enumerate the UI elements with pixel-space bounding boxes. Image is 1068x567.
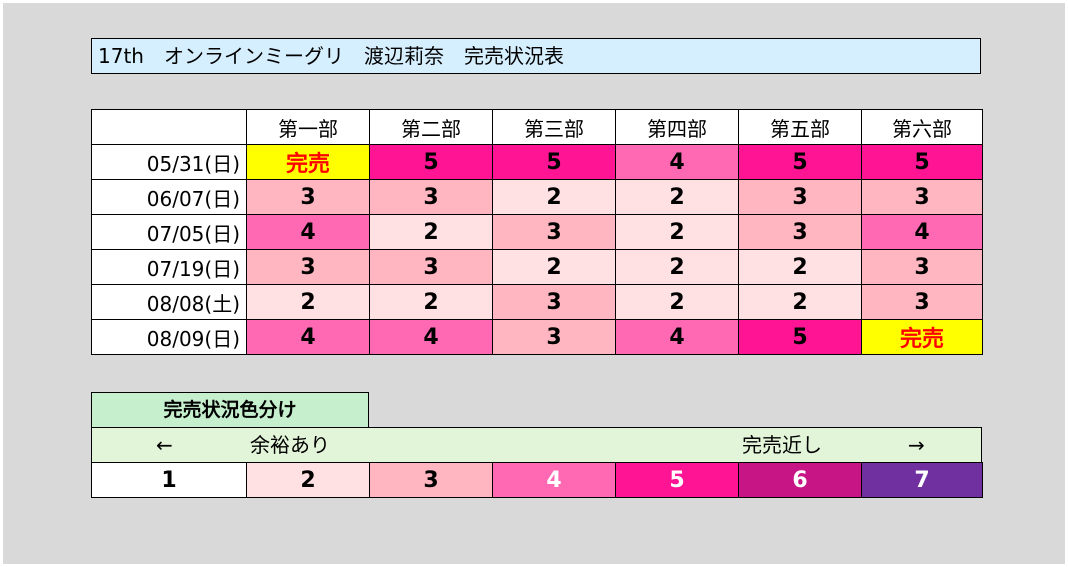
page-title: 17th オンラインミーグリ 渡辺莉奈 完売状況表 (91, 38, 981, 74)
legend-level-2: 2 (246, 462, 370, 498)
table-row: 08/09(日) 4 4 3 4 5 完売 (91, 319, 983, 355)
spreadsheet-area: 17th オンラインミーグリ 渡辺莉奈 完売状況表 第一部 第二部 第三部 第四… (3, 3, 1065, 564)
legend-table: 1 2 3 4 5 6 7 (91, 462, 983, 498)
status-cell: 2 (369, 284, 493, 320)
status-cell: 3 (246, 249, 370, 285)
status-cell: 2 (738, 284, 862, 320)
status-cell: 2 (738, 249, 862, 285)
column-header: 第五部 (738, 109, 862, 145)
status-cell: 3 (738, 214, 862, 250)
legend-right-label: 完売近し (742, 433, 822, 457)
status-cell: 2 (369, 214, 493, 250)
status-cell: 2 (492, 179, 616, 215)
status-cell: 完売 (861, 319, 983, 355)
status-cell: 2 (615, 284, 739, 320)
status-cell: 3 (492, 214, 616, 250)
legend-level-5: 5 (615, 462, 739, 498)
row-date: 08/09(日) (91, 319, 247, 355)
row-date: 07/19(日) (91, 249, 247, 285)
sales-status-table: 第一部 第二部 第三部 第四部 第五部 第六部 05/31(日) 完売 5 5 … (91, 109, 983, 355)
column-header: 第三部 (492, 109, 616, 145)
table-row: 07/19(日) 3 3 2 2 2 3 (91, 249, 983, 285)
status-cell: 3 (492, 284, 616, 320)
row-date: 07/05(日) (91, 214, 247, 250)
row-date: 06/07(日) (91, 179, 247, 215)
table-corner-cell (91, 109, 247, 145)
row-date: 05/31(日) (91, 144, 247, 180)
legend-level-3: 3 (369, 462, 493, 498)
row-date: 08/08(土) (91, 284, 247, 320)
status-cell: 4 (615, 144, 739, 180)
status-cell: 2 (615, 249, 739, 285)
legend-level-1: 1 (91, 462, 247, 498)
status-cell: 4 (246, 214, 370, 250)
legend-left-label: 余裕あり (250, 433, 330, 457)
status-cell: 2 (492, 249, 616, 285)
status-cell: 3 (861, 179, 983, 215)
legend-row: 1 2 3 4 5 6 7 (91, 462, 983, 498)
status-cell: 3 (861, 284, 983, 320)
status-cell: 3 (861, 249, 983, 285)
legend-scale-bar: ← 余裕あり 完売近し → (91, 427, 982, 463)
status-cell: 3 (492, 319, 616, 355)
table-row: 06/07(日) 3 3 2 2 3 3 (91, 179, 983, 215)
legend-level-7: 7 (861, 462, 983, 498)
status-cell: 3 (369, 179, 493, 215)
status-cell: 4 (861, 214, 983, 250)
status-cell: 3 (246, 179, 370, 215)
status-cell: 2 (615, 214, 739, 250)
status-cell: 3 (369, 249, 493, 285)
legend-title: 完売状況色分け (91, 392, 369, 428)
column-header: 第一部 (246, 109, 370, 145)
legend-level-4: 4 (492, 462, 616, 498)
status-cell: 完売 (246, 144, 370, 180)
status-cell: 5 (738, 319, 862, 355)
table-row: 07/05(日) 4 2 3 2 3 4 (91, 214, 983, 250)
column-header: 第二部 (369, 109, 493, 145)
status-cell: 3 (738, 179, 862, 215)
table-row: 08/08(土) 2 2 3 2 2 3 (91, 284, 983, 320)
status-cell: 4 (246, 319, 370, 355)
status-cell: 2 (615, 179, 739, 215)
status-cell: 5 (369, 144, 493, 180)
column-header: 第四部 (615, 109, 739, 145)
status-cell: 4 (369, 319, 493, 355)
status-cell: 4 (615, 319, 739, 355)
status-cell: 5 (492, 144, 616, 180)
table-row: 05/31(日) 完売 5 5 4 5 5 (91, 144, 983, 180)
left-arrow-icon: ← (156, 433, 173, 457)
table-header-row: 第一部 第二部 第三部 第四部 第五部 第六部 (91, 109, 983, 145)
legend-level-6: 6 (738, 462, 862, 498)
right-arrow-icon: → (908, 433, 925, 457)
status-cell: 5 (861, 144, 983, 180)
column-header: 第六部 (861, 109, 983, 145)
status-cell: 2 (246, 284, 370, 320)
status-cell: 5 (738, 144, 862, 180)
